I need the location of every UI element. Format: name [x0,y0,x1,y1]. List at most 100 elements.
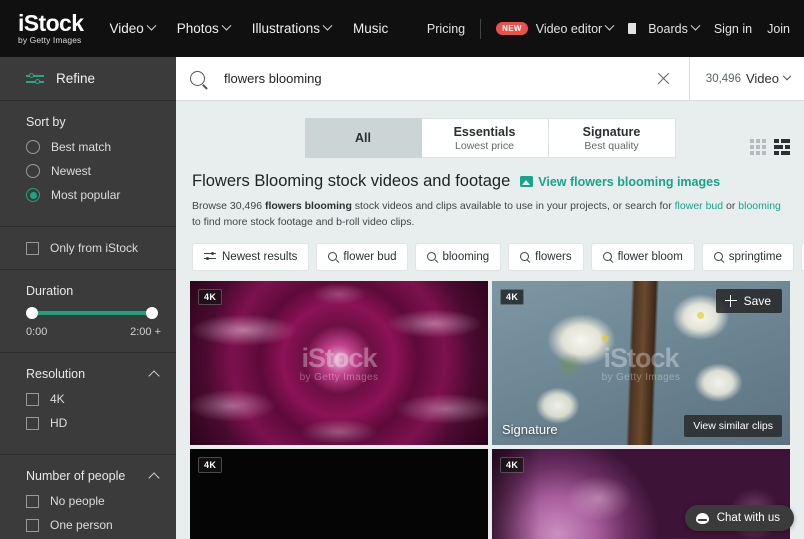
sort-by-label: Sort by [26,115,66,129]
nav-label-video: Video [109,21,144,36]
people-title[interactable]: Number of people [26,469,176,484]
nav-item-music[interactable]: Music [353,21,388,36]
clear-search-icon[interactable] [653,68,675,90]
tab-essentials[interactable]: Essentials Lowest price [421,118,549,158]
resolution-title[interactable]: Resolution [26,367,176,382]
checkbox-icon [26,494,39,508]
people-option-one-person[interactable]: One person [26,518,176,532]
chip-newest-results[interactable]: Newest results [192,242,310,271]
sort-option-best-match[interactable]: Best match [26,140,176,154]
save-label: Save [743,293,771,308]
tab-signature[interactable]: Signature Best quality [548,118,676,158]
checkbox-icon [26,518,39,532]
sort-by-section: Sort by Best match Newest Most popular [0,101,176,227]
istock-logo[interactable]: iStock by Getty Images [18,10,84,45]
view-similar-clips-button[interactable]: View similar clips [684,414,782,437]
refine-label: Refine [56,71,96,86]
nav-label-photos: Photos [176,21,219,36]
resolution-option-hd[interactable]: HD [26,416,176,430]
duration-slider[interactable] [26,307,158,319]
istock-search-page: iStock by Getty Images Video Photos Illu… [0,0,804,539]
chevron-up-icon[interactable] [148,471,160,484]
nav-item-boards[interactable]: Boards [628,20,701,36]
headline-area: Flowers Blooming stock videos and footag… [176,158,804,231]
header-right-navigation: Pricing NEW Video editor Boards Sign in … [427,18,790,39]
sign-in-link[interactable]: Sign in [714,22,752,36]
search-icon [602,252,612,262]
nav-item-video-editor[interactable]: NEW Video editor [496,20,615,36]
results-grid: iStock by Getty Images 4K iStock by Gett… [176,271,804,539]
asset-type-selector[interactable]: 30,496 Video [688,56,804,101]
save-button[interactable]: Save [715,288,782,313]
chip-blooming[interactable]: blooming [415,242,502,271]
sort-option-newest[interactable]: Newest [26,164,176,178]
sort-option-most-popular[interactable]: Most popular [26,188,176,202]
mosaic-view-icon[interactable] [750,139,766,155]
chevron-up-icon[interactable] [148,369,160,382]
chip-springtime[interactable]: springtime [701,242,794,271]
resolution-option-4k[interactable]: 4K [26,392,176,406]
desc-keyword: flowers blooming [264,200,352,212]
only-istock-section: Only from iStock [0,227,176,270]
main-navigation: Video Photos Illustrations Music [109,20,388,36]
refine-button[interactable]: Refine [0,57,176,101]
chip-flower-bud[interactable]: flower bud [316,242,409,271]
slider-handle-max[interactable] [146,307,158,319]
video-thumbnail [190,280,488,445]
chip-label: flower bloom [617,250,683,263]
desc-link-blooming[interactable]: blooming [738,200,781,212]
tab-all-label: All [355,131,371,145]
tab-signature-label: Signature [582,124,641,139]
filter-icon [204,251,216,261]
related-search-chips: Newest results flower bud blooming flowe… [176,231,804,271]
tab-all[interactable]: All [304,118,422,158]
filter-sidebar: Refine Sort by Best match Newest Most po… [0,57,176,539]
chevron-down-icon [782,71,792,80]
desc-link-flower-bud[interactable]: flower bud [675,200,723,212]
view-toggle [750,139,790,155]
video-card[interactable]: iStock by Getty Images 4K Save Signature… [492,280,790,445]
nav-item-pricing[interactable]: Pricing [427,22,465,36]
logo-wordmark: iStock [18,10,84,37]
main-content: All Essentials Lowest price Signature Be… [176,101,804,539]
chip-label: springtime [728,250,782,263]
boards-icon [628,23,641,34]
video-card[interactable]: iStock 4K [190,448,488,539]
video-thumbnail [190,448,488,539]
join-link[interactable]: Join [767,22,790,36]
chat-widget-button[interactable]: Chat with us [684,505,794,531]
top-header: iStock by Getty Images Video Photos Illu… [0,0,804,57]
view-images-link[interactable]: View flowers blooming images [520,175,720,189]
page-description: Browse 30,496 flowers blooming stock vid… [192,198,782,231]
slider-track [30,311,154,315]
resolution-badge: 4K [198,288,223,305]
people-label: Number of people [26,469,126,483]
sort-option-label: Most popular [51,188,121,202]
chevron-down-icon [322,20,333,31]
chat-bubble-icon [695,512,709,524]
slider-handle-min[interactable] [26,307,38,319]
result-count: 30,496 [705,72,741,85]
search-input[interactable] [224,71,653,86]
nav-item-illustrations[interactable]: Illustrations [252,20,333,36]
only-from-istock-checkbox[interactable]: Only from iStock [26,241,176,255]
search-icon-container [190,71,214,86]
chip-flower-bloom[interactable]: flower bloom [590,242,695,271]
resolution-option-label: 4K [50,392,65,406]
chevron-down-icon [221,20,232,31]
resolution-label: Resolution [26,367,86,381]
nav-item-video[interactable]: Video [109,20,157,36]
video-card[interactable]: iStock by Getty Images 4K [190,280,488,445]
chip-flowers[interactable]: flowers [508,242,584,271]
sort-option-label: Newest [51,164,92,178]
search-icon [520,252,530,262]
list-view-icon[interactable] [774,139,790,155]
image-icon [520,176,534,187]
chevron-down-icon [690,20,701,31]
sort-option-label: Best match [51,140,112,154]
radio-selected-icon [26,188,40,202]
chip-label: Newest results [222,250,298,263]
people-option-no-people[interactable]: No people [26,494,176,508]
nav-item-photos[interactable]: Photos [176,20,232,36]
tab-group: All Essentials Lowest price Signature Be… [304,118,676,158]
